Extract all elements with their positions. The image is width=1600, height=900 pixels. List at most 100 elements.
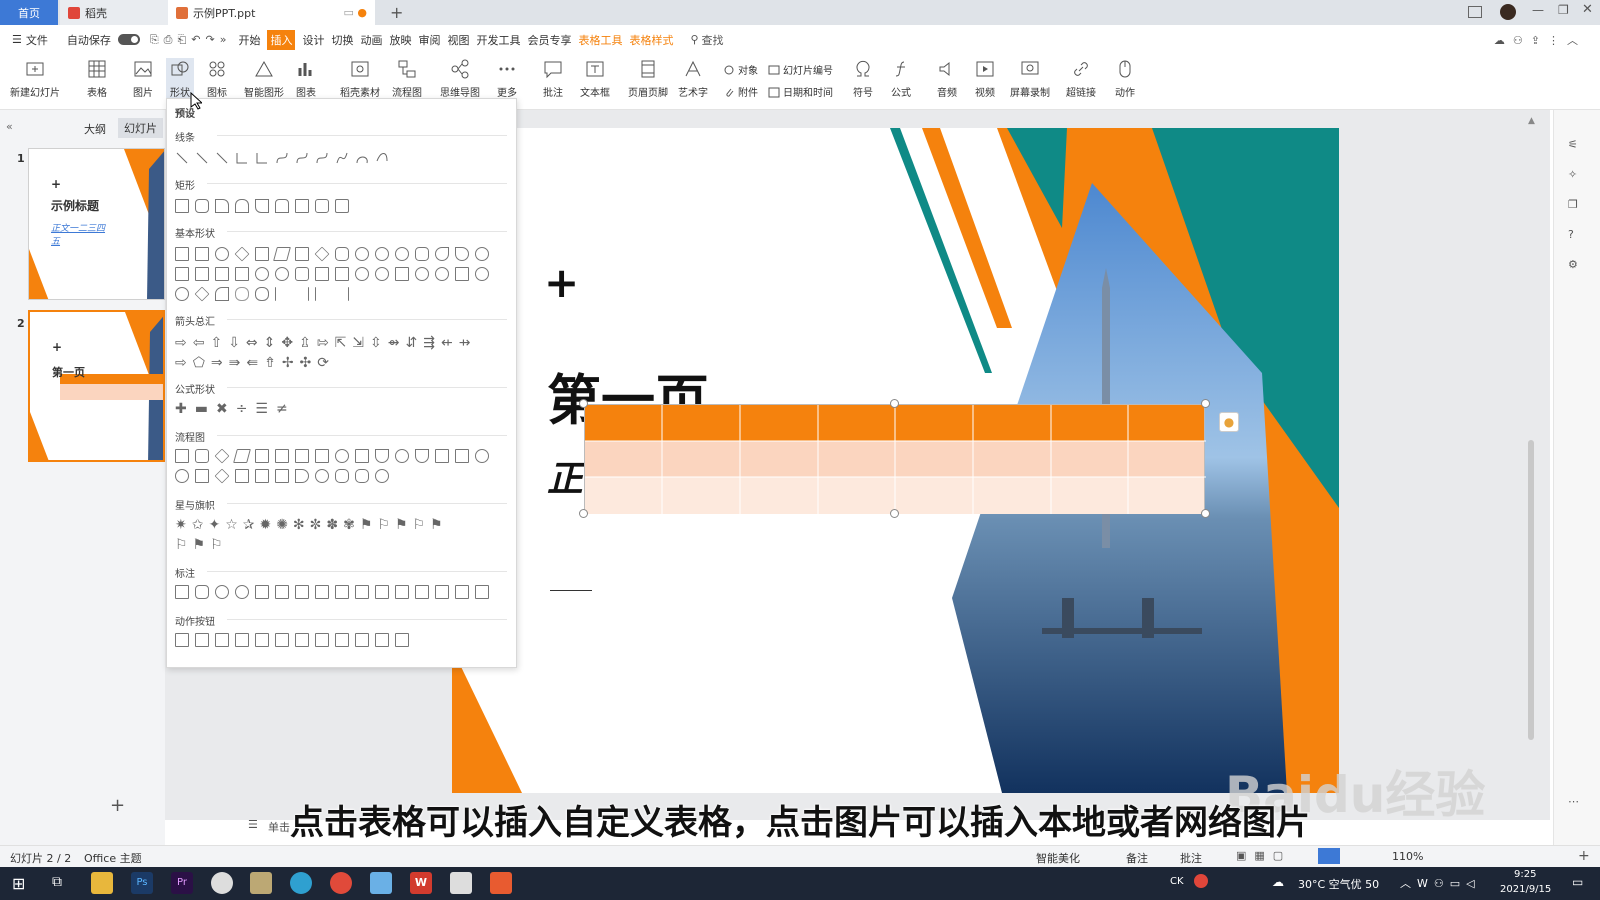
right-tools-icons[interactable]: ☁⚇⇪⋮︿ [1494,32,1586,48]
icon-button[interactable]: 图标 [206,58,228,99]
hyperlink-button[interactable]: 超链接 [1066,58,1096,99]
maximize-icon[interactable]: ❐ [1558,3,1569,17]
new-slide-button[interactable]: 新建幻灯片 [10,58,60,99]
input-language[interactable]: CK [1170,876,1184,887]
task-view-icon[interactable]: ⧉ [52,874,62,890]
zoom-level[interactable]: 110% [1392,850,1423,863]
menu-slideshow[interactable]: 放映 [389,32,411,48]
inserted-table[interactable] [584,404,1206,514]
settings-icon[interactable]: ⚙ [1568,258,1578,271]
menu-animation[interactable]: 动画 [360,32,382,48]
mindmap-button[interactable]: 思维导图 [440,58,480,99]
weather-status[interactable]: 30°C 空气优 50 [1298,876,1379,892]
menu-table-style[interactable]: 表格样式 [629,32,673,48]
app-icon[interactable] [211,872,233,894]
menu-insert[interactable]: 插入 [267,29,296,50]
menu-member[interactable]: 会员专享 [527,32,571,48]
line-shapes[interactable] [175,151,415,165]
clock-time[interactable]: 9:25 [1514,869,1536,880]
resize-handle[interactable] [579,509,588,518]
premiere-icon[interactable]: Pr [171,872,193,894]
tab-home[interactable]: 首页 [0,0,58,25]
audio-button[interactable]: 音频 [936,58,958,99]
edge-icon[interactable] [290,872,312,894]
wps-presentation-icon[interactable] [490,872,512,894]
theme-name[interactable]: Office 主题 [84,850,142,866]
pin-icon[interactable]: ✧ [1568,168,1577,181]
new-tab-icon[interactable]: + [382,0,411,25]
slide-canvas[interactable]: + 第一页 正 ● [452,128,1339,793]
photoshop-icon[interactable]: Ps [131,872,153,894]
menu-devtools[interactable]: 开发工具 [476,32,520,48]
close-icon[interactable]: ✕ [1582,2,1593,17]
video-button[interactable]: 视频 [974,58,996,99]
smart-beautify-button[interactable]: 智能美化 [1036,850,1080,866]
resize-handle[interactable] [1201,399,1210,408]
basic-shapes-row[interactable] [175,286,355,302]
play-slideshow-button[interactable] [1318,848,1340,864]
zoom-in-icon[interactable]: + [1578,848,1590,864]
app-icon[interactable] [250,872,272,894]
slide-subtitle[interactable]: 正 [547,450,583,502]
clock-date[interactable]: 2021/9/15 [1500,884,1551,895]
collapse-panel-icon[interactable]: « [6,120,13,133]
tab-close-icon[interactable]: ▭ ● [344,6,368,19]
view-mode-icons[interactable]: ▣▦▢ [1236,849,1291,862]
property-icon[interactable]: ⚟ [1568,138,1578,151]
copy-icon[interactable]: ❐ [1568,198,1578,211]
menu-design[interactable]: 设计 [302,32,324,48]
symbol-button[interactable]: 符号 [852,58,874,99]
file-explorer-icon[interactable] [91,872,113,894]
flowchart-shapes-row[interactable] [175,468,395,484]
textbox-button[interactable]: 文本框 [580,58,610,99]
search-label[interactable]: 查找 [702,32,724,48]
resize-handle[interactable] [1201,509,1210,518]
menu-review[interactable]: 审阅 [418,32,440,48]
comment-toggle-button[interactable]: 批注 [1180,850,1202,866]
chrome-icon[interactable] [330,872,352,894]
vertical-scrollbar[interactable] [1528,440,1534,740]
daoke-material-button[interactable]: 稻壳素材 [340,58,380,99]
sogou-icon[interactable] [1194,874,1208,888]
minimize-icon[interactable]: — [1532,3,1544,17]
resize-handle[interactable] [579,399,588,408]
table-button[interactable]: 表格 [86,58,108,99]
wordart-button[interactable]: 艺术字 [678,58,708,99]
slides-tab[interactable]: 幻灯片 [118,118,163,138]
notification-icon[interactable]: ▭ [1572,875,1583,889]
window-layout-icon[interactable] [1468,6,1482,18]
resize-handle[interactable] [890,399,899,408]
notes-app-icon[interactable] [370,872,392,894]
wps-icon[interactable]: W [410,872,432,894]
rect-shapes-row[interactable] [175,199,355,213]
outline-tab[interactable]: 大纲 [84,121,106,137]
screen-record-button[interactable]: 屏幕录制 [1010,58,1050,99]
notes-toggle-button[interactable]: 备注 [1126,850,1148,866]
tab-file[interactable]: 示例PPT.ppt ▭ ● [168,0,375,25]
callout-shapes-row[interactable] [175,585,495,599]
datetime-button[interactable]: 日期和时间 [768,84,833,99]
menu-view[interactable]: 视图 [447,32,469,48]
slide-thumbnail-1[interactable]: + 示例标题 正文一二三四五 [28,148,165,300]
lines-shapes-row[interactable] [175,151,415,165]
app-icon[interactable] [450,872,472,894]
action-button[interactable]: 动作 [1114,58,1136,99]
arrow-shapes-row[interactable]: ⇨⬠⇒⇛⇚⇮✢✣⟳ [175,355,335,371]
hamburger-icon[interactable]: ☰ [12,33,22,46]
avatar[interactable] [1500,4,1516,20]
menu-table-tools[interactable]: 表格工具 [578,32,622,48]
arrow-shapes-row[interactable]: ⇨⇦⇧⇩⇔⇕✥⇫⇰⇱⇲⇳⇴⇵⇶⇷⇸ [175,335,476,351]
tab-daoke[interactable]: 稻壳 [60,0,168,25]
system-tray-icons[interactable]: ︿W⚇▭◁ [1400,875,1481,891]
picture-button[interactable]: 图片 [132,58,154,99]
menu-file[interactable]: 文件 [26,32,48,48]
flowchart-shapes-row[interactable] [175,448,495,464]
basic-shapes-row[interactable] [175,246,495,262]
star-shapes-row[interactable]: ⚐⚑⚐ [175,537,228,553]
action-buttons-row[interactable] [175,633,415,647]
formula-shapes-row[interactable]: ✚▬✖÷☰≠ [175,401,296,417]
menu-start[interactable]: 开始 [238,32,260,48]
lightbulb-icon[interactable]: ● [1219,412,1239,432]
menu-transition[interactable]: 切换 [331,32,353,48]
formula-button[interactable]: 公式 [890,58,912,99]
